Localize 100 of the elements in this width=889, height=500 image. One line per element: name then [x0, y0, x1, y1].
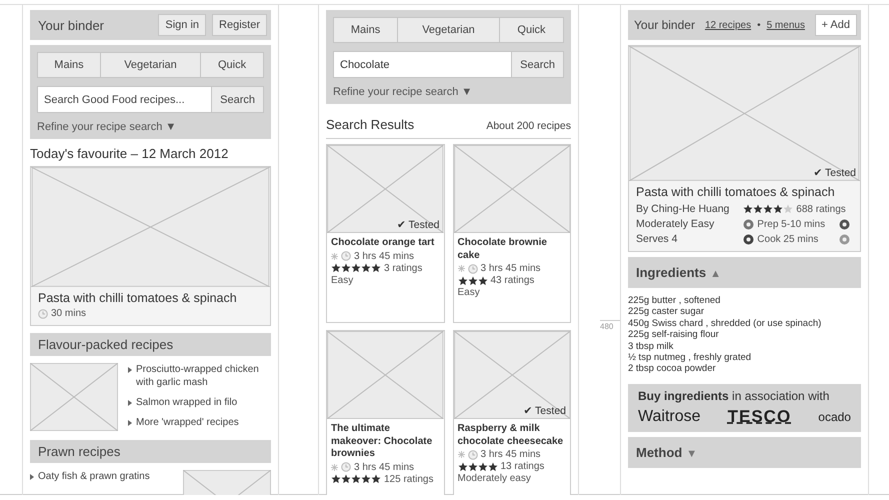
cook-time: Cook 25 mins [757, 234, 818, 244]
prep-time: Prep 5-10 mins [757, 218, 826, 230]
retailer-logo[interactable]: TESCO [728, 406, 792, 427]
ratings-count: 13 ratings [500, 461, 544, 472]
star-icon [361, 263, 371, 273]
star-icon [468, 462, 478, 472]
recipe-card[interactable]: ✔ Tested Raspberry & milk chocolate cheesecake 3 hrs 45 mins 13 ratings Moderately easy [452, 330, 571, 495]
cook-time: 3 hrs 45 mins [354, 250, 414, 262]
ingredient-item: 225g self-raising flour [628, 329, 720, 341]
buy-ingredients-text: Buy ingredients in association with [638, 388, 830, 403]
star-icon [488, 462, 498, 472]
binder-title: Your binder [634, 18, 695, 32]
binder-link[interactable]: 12 recipes [704, 20, 752, 30]
refine-search-link[interactable]: Refine your recipe search ▼ [333, 86, 564, 98]
category-tab[interactable]: Quick [201, 53, 263, 77]
bullet-icon [30, 474, 34, 480]
snowflake-icon [331, 252, 338, 260]
clock-icon [341, 462, 351, 472]
search-field[interactable]: Search Good Food recipes... Search [37, 86, 264, 113]
bullet-icon [128, 420, 132, 426]
bullet-icon [128, 400, 132, 406]
star-icon [341, 474, 351, 484]
star-icon [478, 462, 488, 472]
cook-time: 3 hrs 45 mins [354, 462, 414, 472]
recipe-title: Raspberry & milk chocolate cheesecake [458, 423, 564, 448]
star-icon [783, 204, 794, 214]
ratings-count: 3 ratings [384, 262, 422, 274]
section-header: Prawn recipes [30, 440, 271, 463]
star-icon [331, 263, 341, 273]
clock-icon [468, 264, 478, 274]
search-button[interactable]: Search [511, 52, 563, 77]
bullet-icon [128, 367, 132, 373]
cook-time: 30 mins [51, 308, 86, 319]
clock-icon [38, 308, 48, 318]
recipe-link[interactable]: Salmon wrapped in filo [128, 396, 271, 409]
cook-time: 3 hrs 45 mins [480, 263, 541, 274]
recipe-title: Chocolate brownie cake [458, 237, 548, 262]
star-icon [351, 474, 361, 484]
results-heading: Search Results [326, 117, 414, 132]
ingredient-item: ½ tsp nutmeg , freshly grated [628, 352, 752, 364]
category-tab[interactable]: Vegetarian [398, 18, 500, 42]
tested-label: ✔ Tested [396, 218, 440, 231]
star-icon [371, 263, 381, 273]
ingredient-item: 225g butter , softened [628, 295, 722, 306]
difficulty: Moderately Easy [636, 218, 716, 230]
tested-label: ✔ Tested [813, 166, 856, 179]
account-button[interactable]: Sign in [158, 14, 206, 36]
recipe-link[interactable]: More 'wrapped' recipes [128, 416, 271, 429]
snowflake-icon [458, 265, 464, 272]
refine-search-link[interactable]: Refine your recipe search ▼ [37, 121, 264, 133]
ingredient-item: 2 tbsp cocoa powder [628, 363, 717, 375]
retailer-logo[interactable]: Waitrose [638, 408, 701, 426]
recipe-title: Pasta with chilli tomatoes & spinach [38, 291, 238, 305]
recipe-link[interactable]: Oaty fish & prawn gratins [30, 470, 173, 483]
star-icon [468, 276, 478, 286]
favourite-card[interactable]: Pasta with chilli tomatoes & spinach 30 mins [30, 166, 271, 326]
author: By Ching-He Huang [636, 203, 730, 215]
star-icon [371, 474, 381, 484]
ratings-count: 125 ratings [384, 474, 434, 484]
star-icon [753, 204, 764, 214]
category-tab[interactable]: Mains [38, 53, 101, 77]
cook-icon [743, 234, 754, 244]
binder-link[interactable]: 5 menus [766, 20, 805, 30]
category-tab[interactable]: Mains [334, 18, 398, 42]
binder-title: Your binder [38, 18, 106, 32]
star-icon [743, 204, 754, 214]
star-icon [351, 263, 361, 273]
recipe-card[interactable]: Chocolate brownie cake 3 hrs 45 mins 43 ratings Easy [452, 144, 571, 323]
account-button[interactable]: Register [212, 14, 267, 36]
retailer-logo[interactable]: ocado [818, 410, 851, 424]
recipe-card[interactable]: ✔ Tested Chocolate orange tart 3 hrs 45 mins 3 ratings Easy [326, 144, 444, 323]
star-icon [331, 474, 341, 484]
category-tab[interactable]: Vegetarian [100, 53, 202, 77]
cook-time: 3 hrs 45 mins [480, 449, 541, 460]
section-header: Flavour-packed recipes [30, 333, 271, 356]
star-icon [458, 276, 468, 286]
add-button[interactable]: + Add [814, 14, 857, 36]
ingredient-item: 225g caster sugar [628, 306, 706, 318]
star-icon [361, 474, 371, 484]
ratings-count: 43 ratings [490, 275, 534, 286]
recipe-title: Pasta with chilli tomatoes & spinach [636, 185, 836, 199]
star-icon [773, 204, 784, 214]
recipe-card[interactable]: The ultimate makeover: Chocolate brownies 3 hrs 45 mins 125 ratings [326, 330, 444, 495]
star-icon [458, 462, 468, 472]
method-toggle[interactable]: Method ▼ [628, 436, 861, 468]
difficulty: Moderately easy [458, 473, 531, 484]
star-icon [478, 276, 488, 286]
recipe-link[interactable]: Prosciutto-wrapped chicken with garlic mash [128, 363, 271, 389]
prep-icon [743, 218, 754, 230]
star-icon [763, 204, 774, 214]
category-tab[interactable]: Quick [500, 18, 564, 42]
ingredient-item: 3 tbsp milk [628, 340, 674, 352]
favourite-heading: Today's favourite – 12 March 2012 [30, 146, 230, 161]
ingredients-toggle[interactable]: Ingredients ▲ [628, 257, 861, 288]
tested-label: ✔ Tested [523, 404, 566, 417]
search-field[interactable]: Chocolate Search [333, 51, 564, 78]
clock-icon [468, 450, 478, 460]
separator-dot: • [757, 20, 761, 30]
search-button[interactable]: Search [211, 87, 263, 112]
snowflake-icon [331, 464, 338, 470]
